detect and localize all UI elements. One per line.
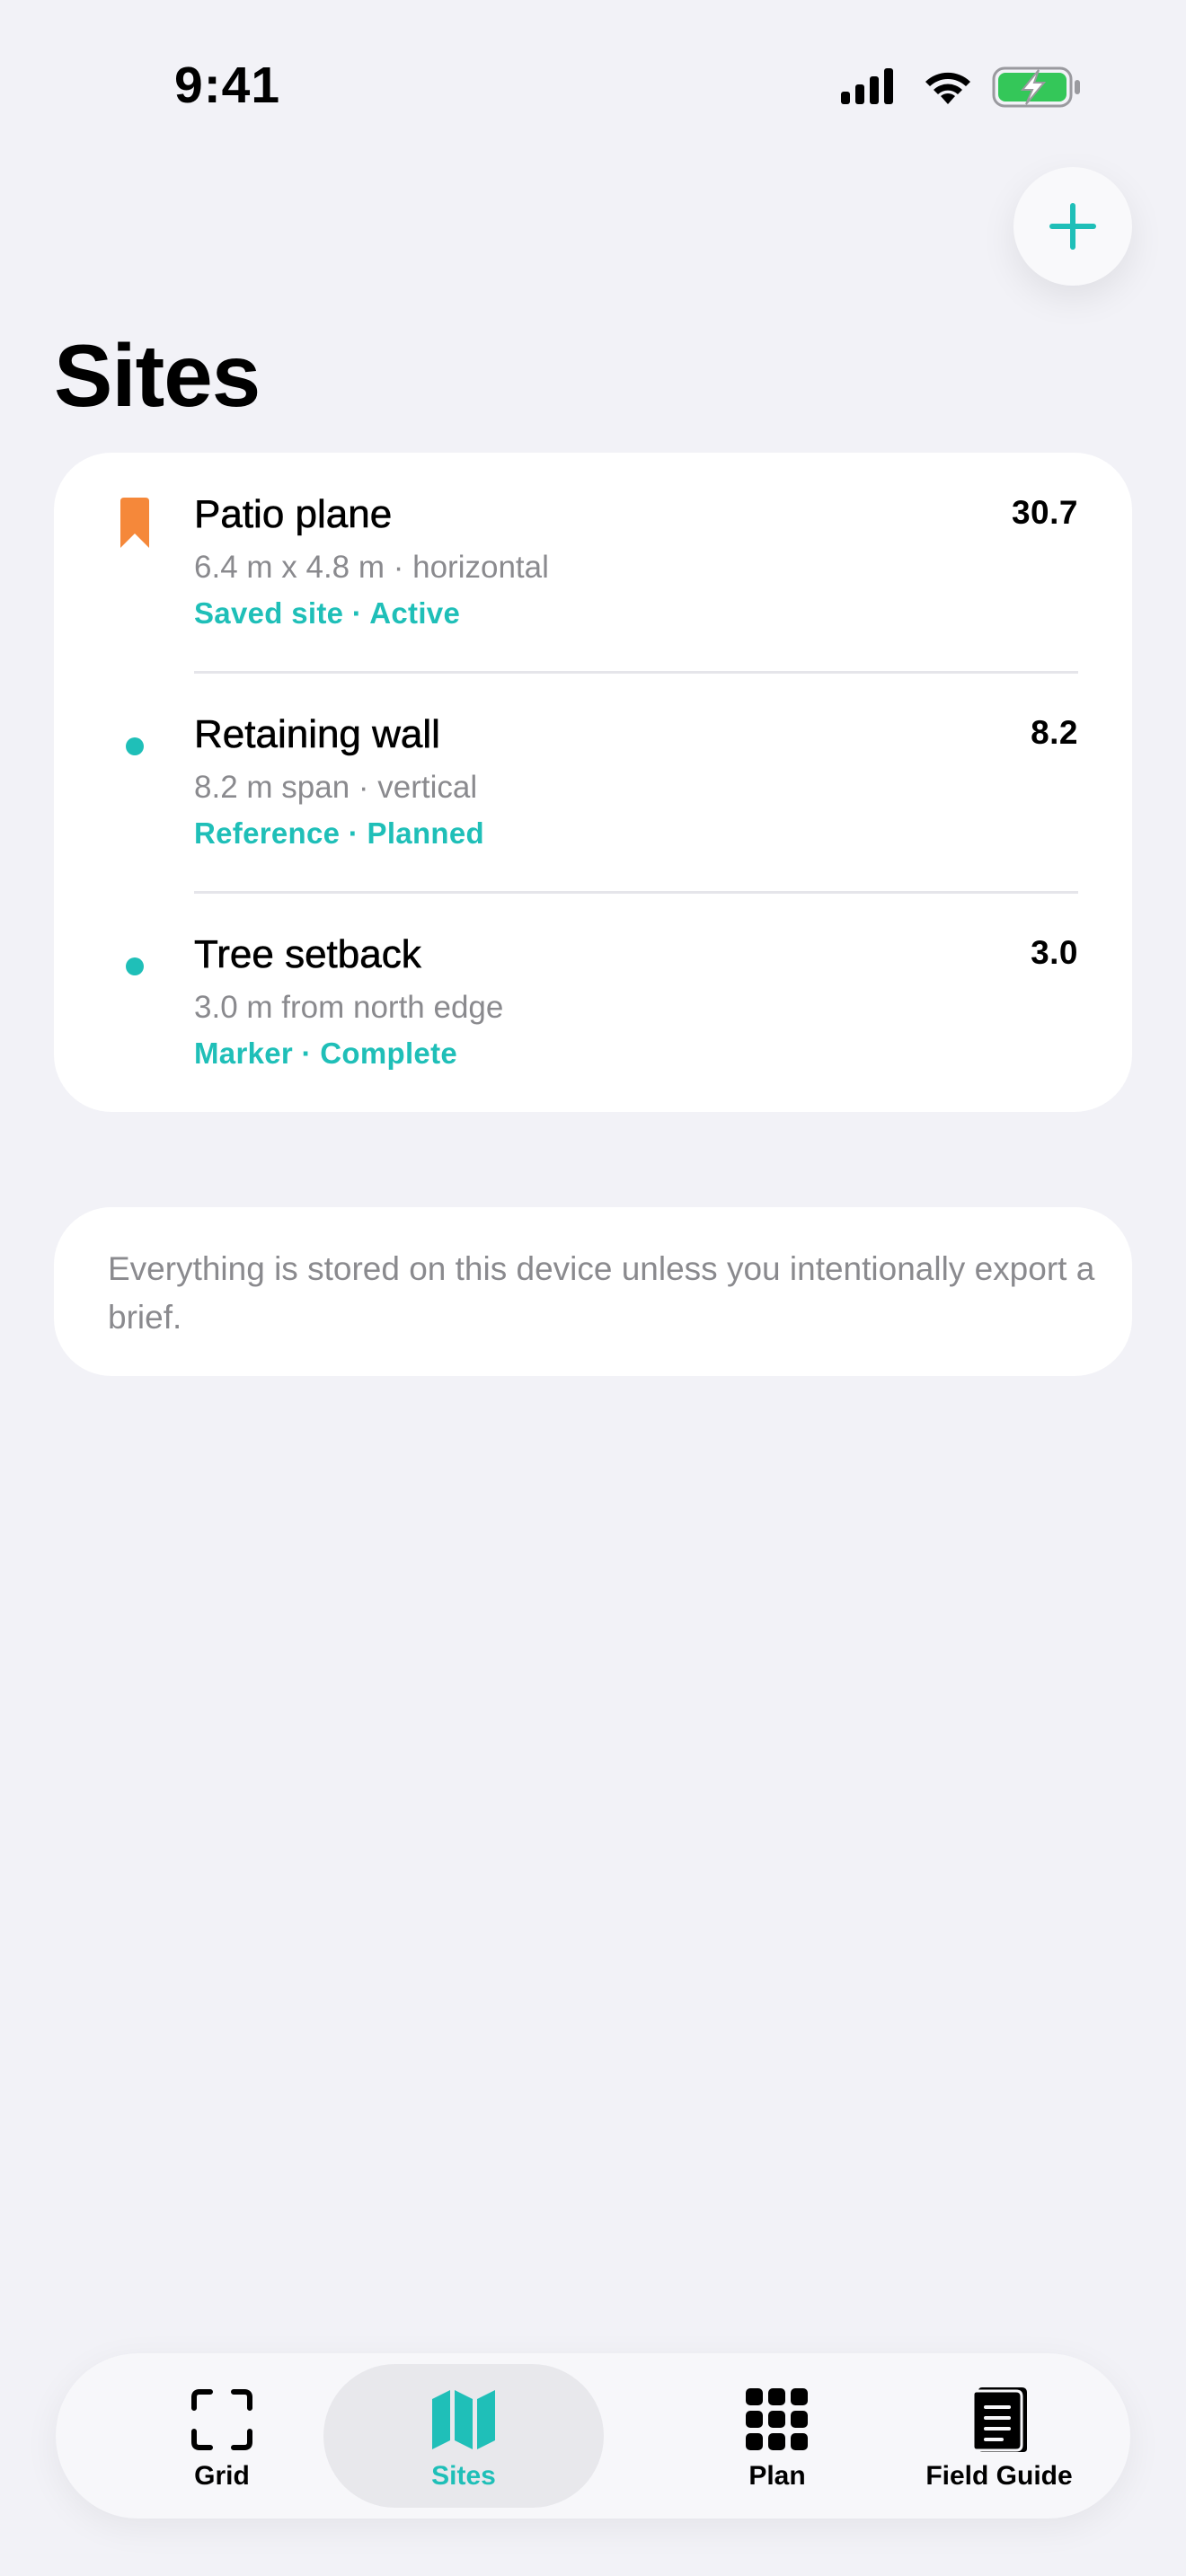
site-value: 3.0 (1031, 934, 1078, 971)
tab-label: Sites (431, 2461, 496, 2491)
site-value: 8.2 (1031, 714, 1078, 751)
site-detail: 3.0 m from north edge (194, 990, 504, 1025)
tab-label: Grid (194, 2461, 250, 2491)
site-status: Saved site · Active (194, 596, 461, 630)
page-title: Sites (54, 326, 261, 425)
privacy-note: Everything is stored on this device unle… (108, 1250, 1095, 1336)
cellular-signal-icon (841, 68, 893, 104)
site-row-tree-setback[interactable]: Tree setback 3.0 m from north edge Marke… (54, 893, 1132, 1113)
site-row-patio-plane[interactable]: Patio plane 6.4 m x 4.8 m · horizontal S… (54, 453, 1132, 674)
site-name: Retaining wall (194, 712, 441, 757)
add-site-button[interactable] (1013, 167, 1132, 286)
tab-grid[interactable]: Grid (119, 2364, 325, 2508)
wifi-icon (925, 72, 970, 104)
site-status: Marker · Complete (194, 1037, 458, 1070)
tab-field-guide[interactable]: Field Guide (882, 2364, 1116, 2508)
bookmark-icon (120, 498, 149, 548)
site-row-retaining-wall[interactable]: Retaining wall 8.2 m span · vertical Ref… (54, 673, 1132, 894)
tab-label: Field Guide (925, 2461, 1073, 2491)
site-value: 30.7 (1011, 494, 1078, 531)
status-icons (839, 65, 1109, 108)
site-name: Tree setback (194, 932, 421, 977)
viewfinder-icon (191, 2389, 252, 2450)
status-time: 9:41 (174, 57, 281, 114)
dot-icon (126, 957, 144, 975)
site-status: Reference · Planned (194, 816, 484, 850)
privacy-note-card: Everything is stored on this device unle… (54, 1207, 1132, 1376)
sites-list: Patio plane 6.4 m x 4.8 m · horizontal S… (54, 453, 1132, 1112)
map-icon (432, 2390, 495, 2449)
battery-charging-icon (992, 66, 1080, 108)
tab-sites[interactable]: Sites (323, 2364, 604, 2508)
tab-label: Plan (748, 2461, 806, 2491)
plus-icon (1049, 203, 1096, 250)
site-detail: 8.2 m span · vertical (194, 770, 478, 805)
notebook-icon (971, 2387, 1027, 2452)
tab-bar: Grid Sites Plan Field Guide (56, 2353, 1130, 2519)
site-detail: 6.4 m x 4.8 m · horizontal (194, 550, 549, 585)
tab-plan[interactable]: Plan (674, 2364, 881, 2508)
site-name: Patio plane (194, 492, 393, 537)
grid-icon (746, 2388, 808, 2450)
status-bar: 9:41 (0, 0, 1186, 171)
dot-icon (126, 737, 144, 755)
